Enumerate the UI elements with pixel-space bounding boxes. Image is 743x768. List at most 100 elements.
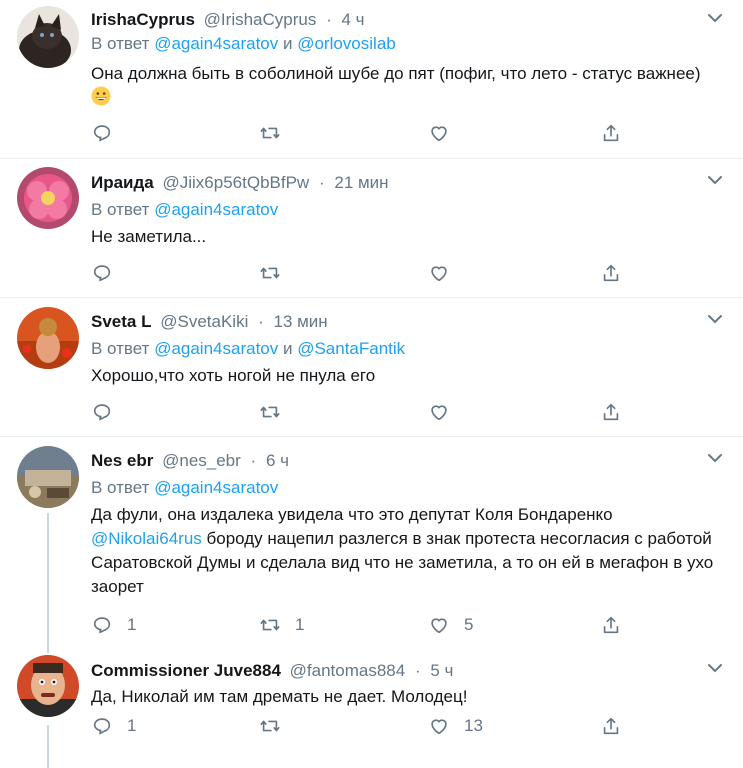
like-button[interactable]	[428, 399, 464, 425]
reply-prefix: В ответ	[91, 200, 150, 219]
chevron-down-icon[interactable]	[707, 12, 723, 24]
tweet-commissioner[interactable]: Commissioner Juve884 @fantomas884 · 5 ч …	[0, 649, 743, 768]
retweet-icon	[260, 406, 280, 418]
like-count: 13	[464, 716, 483, 735]
tweet-header: IrishaCyprus @IrishaCyprus · 4 ч	[91, 9, 365, 31]
heart-icon	[431, 618, 447, 634]
author-handle[interactable]: @SvetaKiki	[160, 312, 248, 331]
heart-icon	[431, 405, 447, 421]
share-button[interactable]	[600, 612, 622, 638]
mention-link[interactable]: @orlovosilab	[297, 34, 396, 53]
timestamp[interactable]: 6 ч	[266, 451, 289, 470]
mention-link[interactable]: @SantaFantik	[297, 339, 405, 358]
tweet-text-content: Она должна быть в соболиной шубе до пят …	[91, 64, 701, 83]
chevron-down-icon[interactable]	[707, 662, 723, 674]
chevron-down-icon[interactable]	[707, 174, 723, 186]
reply-button[interactable]: 1	[91, 713, 136, 739]
share-icon	[603, 403, 619, 421]
retweet-button[interactable]	[259, 120, 295, 146]
reply-button[interactable]	[91, 399, 127, 425]
author-name[interactable]: Sveta L	[91, 312, 151, 331]
like-button[interactable]: 13	[428, 713, 483, 739]
timestamp[interactable]: 21 мин	[334, 173, 388, 192]
mention-link[interactable]: @again4saratov	[154, 339, 278, 358]
retweet-button[interactable]	[259, 260, 295, 286]
tweet-text-content: Да, Николай им там дремать не дает. Моло…	[91, 687, 468, 706]
reply-prefix: В ответ	[91, 339, 150, 358]
reply-connector: и	[278, 34, 298, 53]
retweet-button[interactable]	[259, 399, 295, 425]
share-icon	[603, 616, 619, 634]
share-button[interactable]	[600, 120, 622, 146]
separator-dot: ·	[258, 312, 264, 331]
chevron-down-icon[interactable]	[707, 452, 723, 464]
author-name[interactable]: Commissioner Juve884	[91, 661, 281, 680]
tweet-text-content: Не заметила...	[91, 227, 207, 246]
tweet-text: Да фули, она издалека увидела что это де…	[91, 503, 716, 599]
avatar[interactable]	[17, 307, 79, 369]
heart-icon	[431, 266, 447, 282]
tweet-actions	[91, 260, 651, 286]
share-button[interactable]	[600, 713, 622, 739]
timestamp[interactable]: 5 ч	[430, 661, 453, 680]
tweet-irishacyprus[interactable]: IrishaCyprus @IrishaCyprus · 4 ч В ответ…	[0, 0, 743, 159]
share-button[interactable]	[600, 260, 622, 286]
reply-button[interactable]	[91, 260, 127, 286]
reply-context: В ответ @again4saratov	[91, 199, 278, 221]
tweet-text: Не заметила...	[91, 225, 711, 249]
thread-connector-line	[47, 649, 49, 653]
mention-link[interactable]: @again4saratov	[154, 200, 278, 219]
tweet-nesebr[interactable]: Nes ebr @nes_ebr · 6 ч В ответ @again4sa…	[0, 437, 743, 649]
retweet-button[interactable]	[259, 713, 295, 739]
reply-button[interactable]	[91, 120, 127, 146]
share-button[interactable]	[600, 399, 622, 425]
tweet-actions	[91, 399, 651, 425]
author-name[interactable]: Ираида	[91, 173, 154, 192]
author-name[interactable]: IrishaCyprus	[91, 10, 195, 29]
reply-connector: и	[278, 339, 298, 358]
avatar[interactable]	[17, 167, 79, 229]
avatar[interactable]	[17, 6, 79, 68]
reply-count: 1	[127, 716, 137, 735]
share-icon	[603, 124, 619, 142]
separator-dot: ·	[414, 661, 421, 680]
tweet-header: Sveta L @SvetaKiki · 13 мин	[91, 311, 328, 333]
like-button[interactable]	[428, 120, 464, 146]
reply-count: 1	[127, 615, 137, 634]
reply-icon	[93, 404, 111, 421]
author-handle[interactable]: @IrishaCyprus	[204, 10, 317, 29]
avatar[interactable]	[17, 446, 79, 508]
tweet-header: Nes ebr @nes_ebr · 6 ч	[91, 450, 289, 472]
like-button[interactable]: 5	[428, 612, 473, 638]
thread-connector-line	[47, 513, 49, 649]
tweet-feed: IrishaCyprus @IrishaCyprus · 4 ч В ответ…	[0, 0, 743, 768]
separator-dot: ·	[250, 451, 257, 470]
author-handle[interactable]: @Jiix6p56tQbBfPw	[163, 173, 310, 192]
mention-link[interactable]: @again4saratov	[154, 34, 278, 53]
reply-icon	[93, 265, 111, 282]
tweet-text-content: Хорошо,что хоть ногой не пнула его	[91, 366, 376, 385]
mention-link[interactable]: @Nikolai64rus	[91, 529, 202, 548]
reply-context: В ответ @again4saratov и @SantaFantik	[91, 338, 405, 360]
reply-icon	[93, 617, 111, 634]
tweet-iraida[interactable]: Ираида @Jiix6p56tQbBfPw · 21 мин В ответ…	[0, 159, 743, 298]
tweet-text: Она должна быть в соболиной шубе до пят …	[91, 62, 711, 113]
author-handle[interactable]: @fantomas884	[290, 661, 406, 680]
tweet-text: Хорошо,что хоть ногой не пнула его	[91, 364, 711, 388]
retweet-icon	[260, 267, 280, 279]
tweet-svetal[interactable]: Sveta L @SvetaKiki · 13 мин В ответ @aga…	[0, 298, 743, 437]
tweet-header: Ираида @Jiix6p56tQbBfPw · 21 мин	[91, 172, 389, 194]
avatar[interactable]	[17, 655, 79, 717]
author-name[interactable]: Nes ebr	[91, 451, 153, 470]
reply-icon	[93, 125, 111, 142]
timestamp[interactable]: 4 ч	[342, 10, 365, 29]
share-icon	[603, 264, 619, 282]
timestamp[interactable]: 13 мин	[273, 312, 327, 331]
like-button[interactable]	[428, 260, 464, 286]
reply-button[interactable]: 1	[91, 612, 136, 638]
mention-link[interactable]: @again4saratov	[154, 478, 278, 497]
retweet-button[interactable]: 1	[259, 612, 304, 638]
tweet-actions: 1 13	[91, 713, 651, 739]
author-handle[interactable]: @nes_ebr	[162, 451, 241, 470]
chevron-down-icon[interactable]	[707, 313, 723, 325]
